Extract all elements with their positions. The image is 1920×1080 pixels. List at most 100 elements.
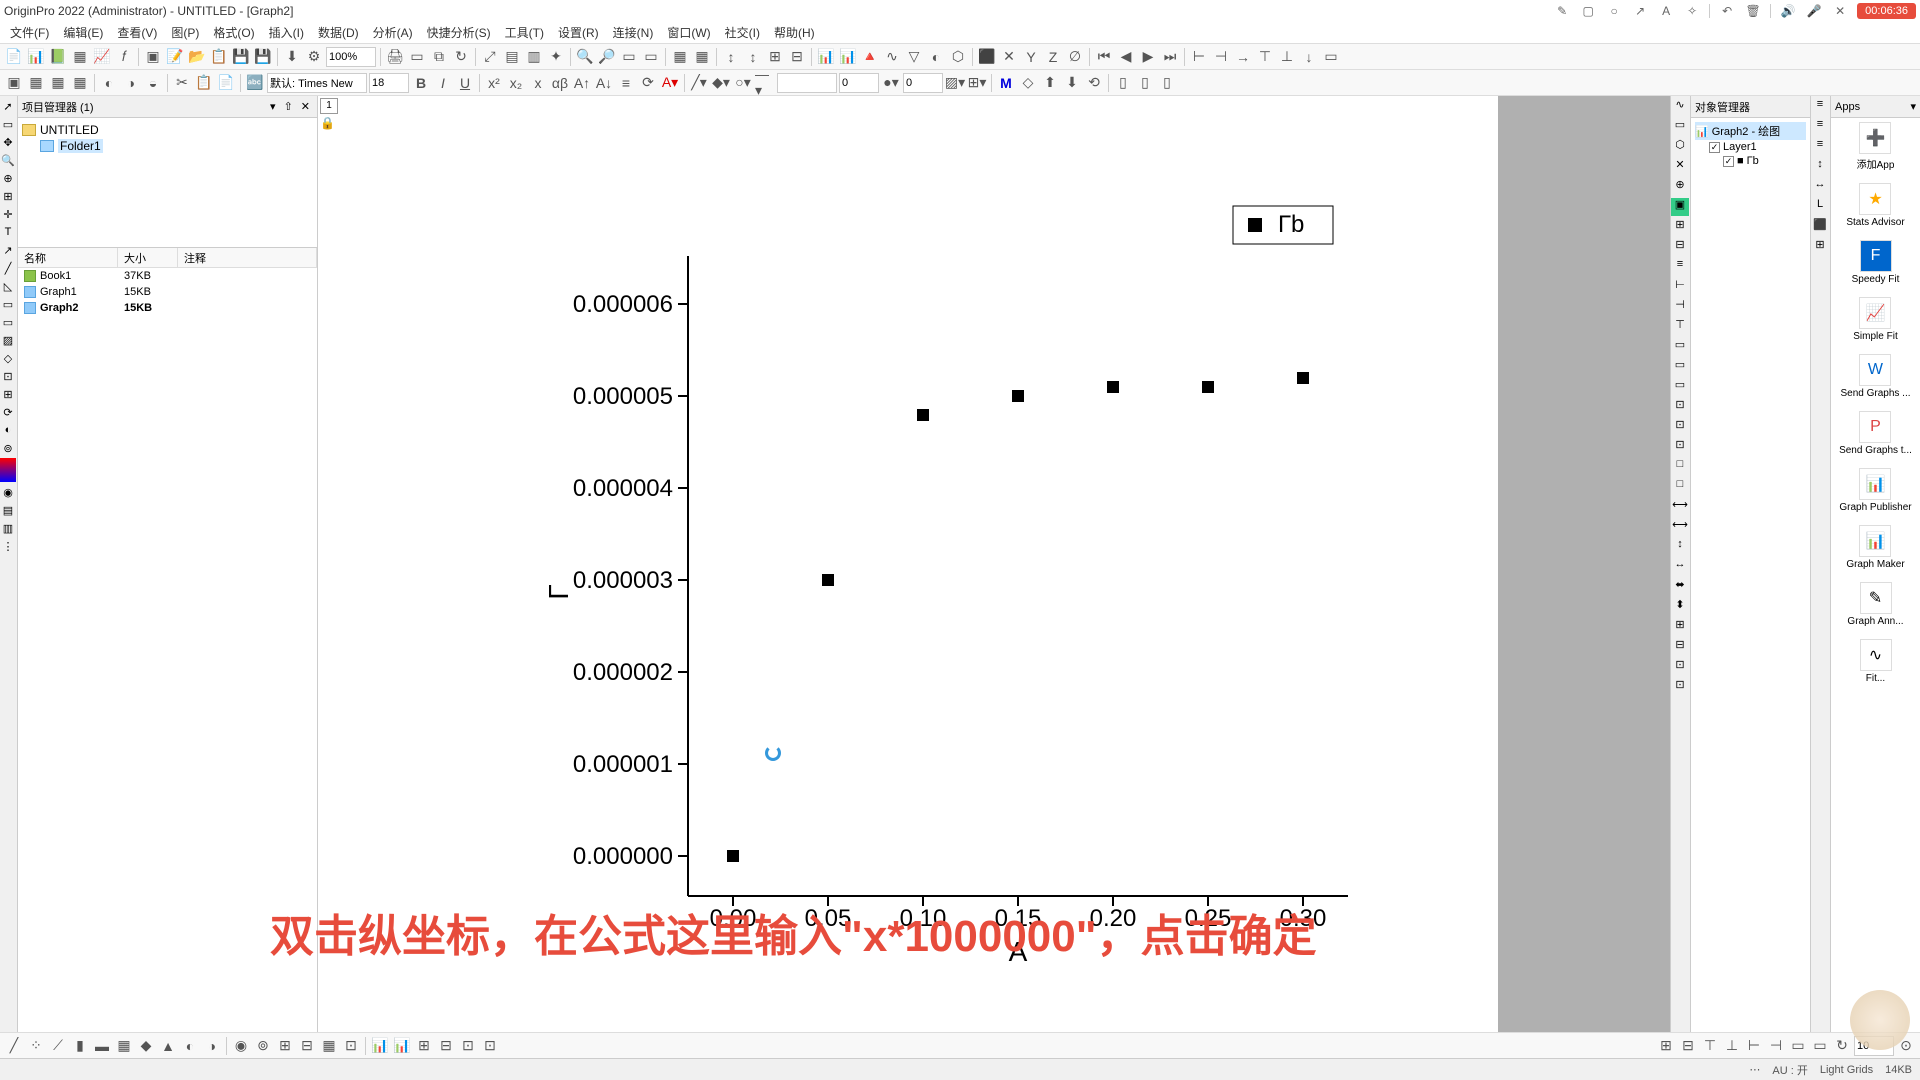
new-layout-icon[interactable]: ▣ xyxy=(143,47,163,67)
ls-22[interactable]: ◉ xyxy=(0,484,16,500)
lock-icon[interactable]: 🔒 xyxy=(320,116,334,130)
menu-help[interactable]: 帮助(H) xyxy=(768,22,821,43)
mic-icon[interactable]: 🎤 xyxy=(1805,2,1823,20)
rs1-30[interactable]: ⊡ xyxy=(1671,678,1689,696)
rs2-4[interactable]: ↕ xyxy=(1811,158,1829,176)
superscript-icon[interactable]: x² xyxy=(484,73,504,93)
bt-8[interactable]: ▲ xyxy=(158,1036,178,1056)
rect-tool-icon[interactable]: ▭ xyxy=(0,296,16,312)
left-tb4[interactable]: ▦ xyxy=(70,73,90,93)
checkbox-icon[interactable]: ✓ xyxy=(1723,156,1734,167)
bt-7[interactable]: ◆ xyxy=(136,1036,156,1056)
rs2-2[interactable]: ≡ xyxy=(1811,118,1829,136)
tb-b12[interactable]: 📊 xyxy=(838,47,858,67)
menu-analysis[interactable]: 分析(A) xyxy=(367,22,419,43)
panel-pin-icon[interactable]: ⇧ xyxy=(281,100,296,113)
italic-button[interactable]: I xyxy=(433,73,453,93)
rs2-5[interactable]: ↔ xyxy=(1811,178,1829,196)
tb-b4[interactable]: ▭ xyxy=(619,47,639,67)
rs1-27[interactable]: ⊞ xyxy=(1671,618,1689,636)
app-graph-ann[interactable]: ✎Graph Ann... xyxy=(1847,582,1903,627)
rs1-13[interactable]: ▭ xyxy=(1671,338,1689,356)
ls-23[interactable]: ▤ xyxy=(0,502,16,518)
file-row-graph2[interactable]: Graph2 15KB xyxy=(18,300,317,316)
rs1-23[interactable]: ↕ xyxy=(1671,538,1689,556)
rs1-17[interactable]: ⊡ xyxy=(1671,418,1689,436)
zoom-panning-icon[interactable]: 🔎 xyxy=(597,47,617,67)
ls-20[interactable]: ⊚ xyxy=(0,440,16,456)
file-row-graph1[interactable]: Graph1 15KB xyxy=(18,284,317,300)
rs2-1[interactable]: ≡ xyxy=(1811,98,1829,116)
align-icon[interactable]: ≡ xyxy=(616,73,636,93)
font-family-combo[interactable] xyxy=(267,73,367,93)
left-tb7[interactable]: ◒ xyxy=(143,73,163,93)
rs2-7[interactable]: ⬛ xyxy=(1811,218,1829,236)
border-m-icon[interactable]: ▯ xyxy=(1135,73,1155,93)
left-tb5[interactable]: ◐ xyxy=(99,73,119,93)
ax5-icon[interactable]: ⊥ xyxy=(1277,47,1297,67)
rs1-4[interactable]: ✕ xyxy=(1671,158,1689,176)
duplicate-icon[interactable]: ⧉ xyxy=(429,47,449,67)
scatter-chart[interactable]: 0.000000 0.000001 0.000002 0.000003 0.00… xyxy=(378,196,1428,976)
ax3-icon[interactable]: → xyxy=(1233,47,1253,67)
left-tb1[interactable]: ▣ xyxy=(4,73,24,93)
scatter-plot-icon[interactable]: ⁘ xyxy=(26,1036,46,1056)
menu-social[interactable]: 社交(I) xyxy=(719,22,766,43)
template-icon[interactable]: 📋 xyxy=(209,47,229,67)
new-matrix-icon[interactable]: ▦ xyxy=(70,47,90,67)
bt-6[interactable]: ▦ xyxy=(114,1036,134,1056)
ax4-icon[interactable]: ⊤ xyxy=(1255,47,1275,67)
rs1-19[interactable]: □ xyxy=(1671,458,1689,476)
data-point[interactable] xyxy=(822,574,834,586)
text-dir-icon[interactable]: ⟳ xyxy=(638,73,658,93)
circle-icon[interactable]: ○ xyxy=(1605,2,1623,20)
rs1-3[interactable]: ⬡ xyxy=(1671,138,1689,156)
rescale-icon[interactable]: ⤢ xyxy=(480,47,500,67)
y-axis-label[interactable]: Г xyxy=(543,584,574,599)
y-icon[interactable]: Y xyxy=(1021,47,1041,67)
decrease-font-icon[interactable]: A↓ xyxy=(594,73,614,93)
rs1-6[interactable]: ▣ xyxy=(1671,198,1689,216)
tb-b13[interactable]: 🔺 xyxy=(860,47,880,67)
text-tool-icon[interactable]: T xyxy=(0,224,16,240)
bt-20[interactable]: ⊟ xyxy=(436,1036,456,1056)
border-l-icon[interactable]: ▯ xyxy=(1113,73,1133,93)
line-color-icon[interactable]: ╱▾ xyxy=(689,73,709,93)
rs1-26[interactable]: ⬍ xyxy=(1671,598,1689,616)
rs1-25[interactable]: ⬌ xyxy=(1671,578,1689,596)
bt-17[interactable]: 📊 xyxy=(370,1036,390,1056)
menu-window[interactable]: 窗口(W) xyxy=(661,22,716,43)
app-send-graphs-1[interactable]: WSend Graphs ... xyxy=(1840,354,1910,399)
rs1-10[interactable]: ⊢ xyxy=(1671,278,1689,296)
mask-icon[interactable]: ⬛ xyxy=(977,47,997,67)
line-scatter-icon[interactable]: ⟋ xyxy=(48,1036,68,1056)
tree-folder1[interactable]: Folder1 xyxy=(22,138,313,154)
menu-format[interactable]: 格式(O) xyxy=(207,22,260,43)
text-a-icon[interactable]: A xyxy=(1657,2,1675,20)
bold-button[interactable]: B xyxy=(411,73,431,93)
left-tb3[interactable]: ▦ xyxy=(48,73,68,93)
bt-r4[interactable]: ⊥ xyxy=(1722,1036,1742,1056)
bt-16[interactable]: ⊡ xyxy=(341,1036,361,1056)
ls-24[interactable]: ▥ xyxy=(0,520,16,536)
menu-edit[interactable]: 编辑(E) xyxy=(57,22,109,43)
app-graph-maker[interactable]: 📊Graph Maker xyxy=(1846,525,1904,570)
underline-button[interactable]: U xyxy=(455,73,475,93)
antialias-icon[interactable]: ◇ xyxy=(1018,73,1038,93)
region-tool-icon[interactable]: ▨ xyxy=(0,332,16,348)
checkbox-icon[interactable]: ✓ xyxy=(1709,142,1720,153)
rs1-12[interactable]: ⊤ xyxy=(1671,318,1689,336)
print-icon[interactable]: 🖨 xyxy=(385,47,405,67)
rs1-28[interactable]: ⊟ xyxy=(1671,638,1689,656)
ls-6[interactable]: ⊞ xyxy=(0,188,16,204)
ax6-icon[interactable]: ↓ xyxy=(1299,47,1319,67)
ax7-icon[interactable]: ▭ xyxy=(1321,47,1341,67)
tb-b15[interactable]: ◐ xyxy=(926,47,946,67)
menu-graph[interactable]: 图(P) xyxy=(165,22,205,43)
rs1-11[interactable]: ⊣ xyxy=(1671,298,1689,316)
left-tb2[interactable]: ▦ xyxy=(26,73,46,93)
tb-b3[interactable]: ✦ xyxy=(546,47,566,67)
col-note-header[interactable]: 注释 xyxy=(178,248,317,267)
tb-b2[interactable]: ▥ xyxy=(524,47,544,67)
ls-25[interactable]: ⋮ xyxy=(0,538,16,554)
